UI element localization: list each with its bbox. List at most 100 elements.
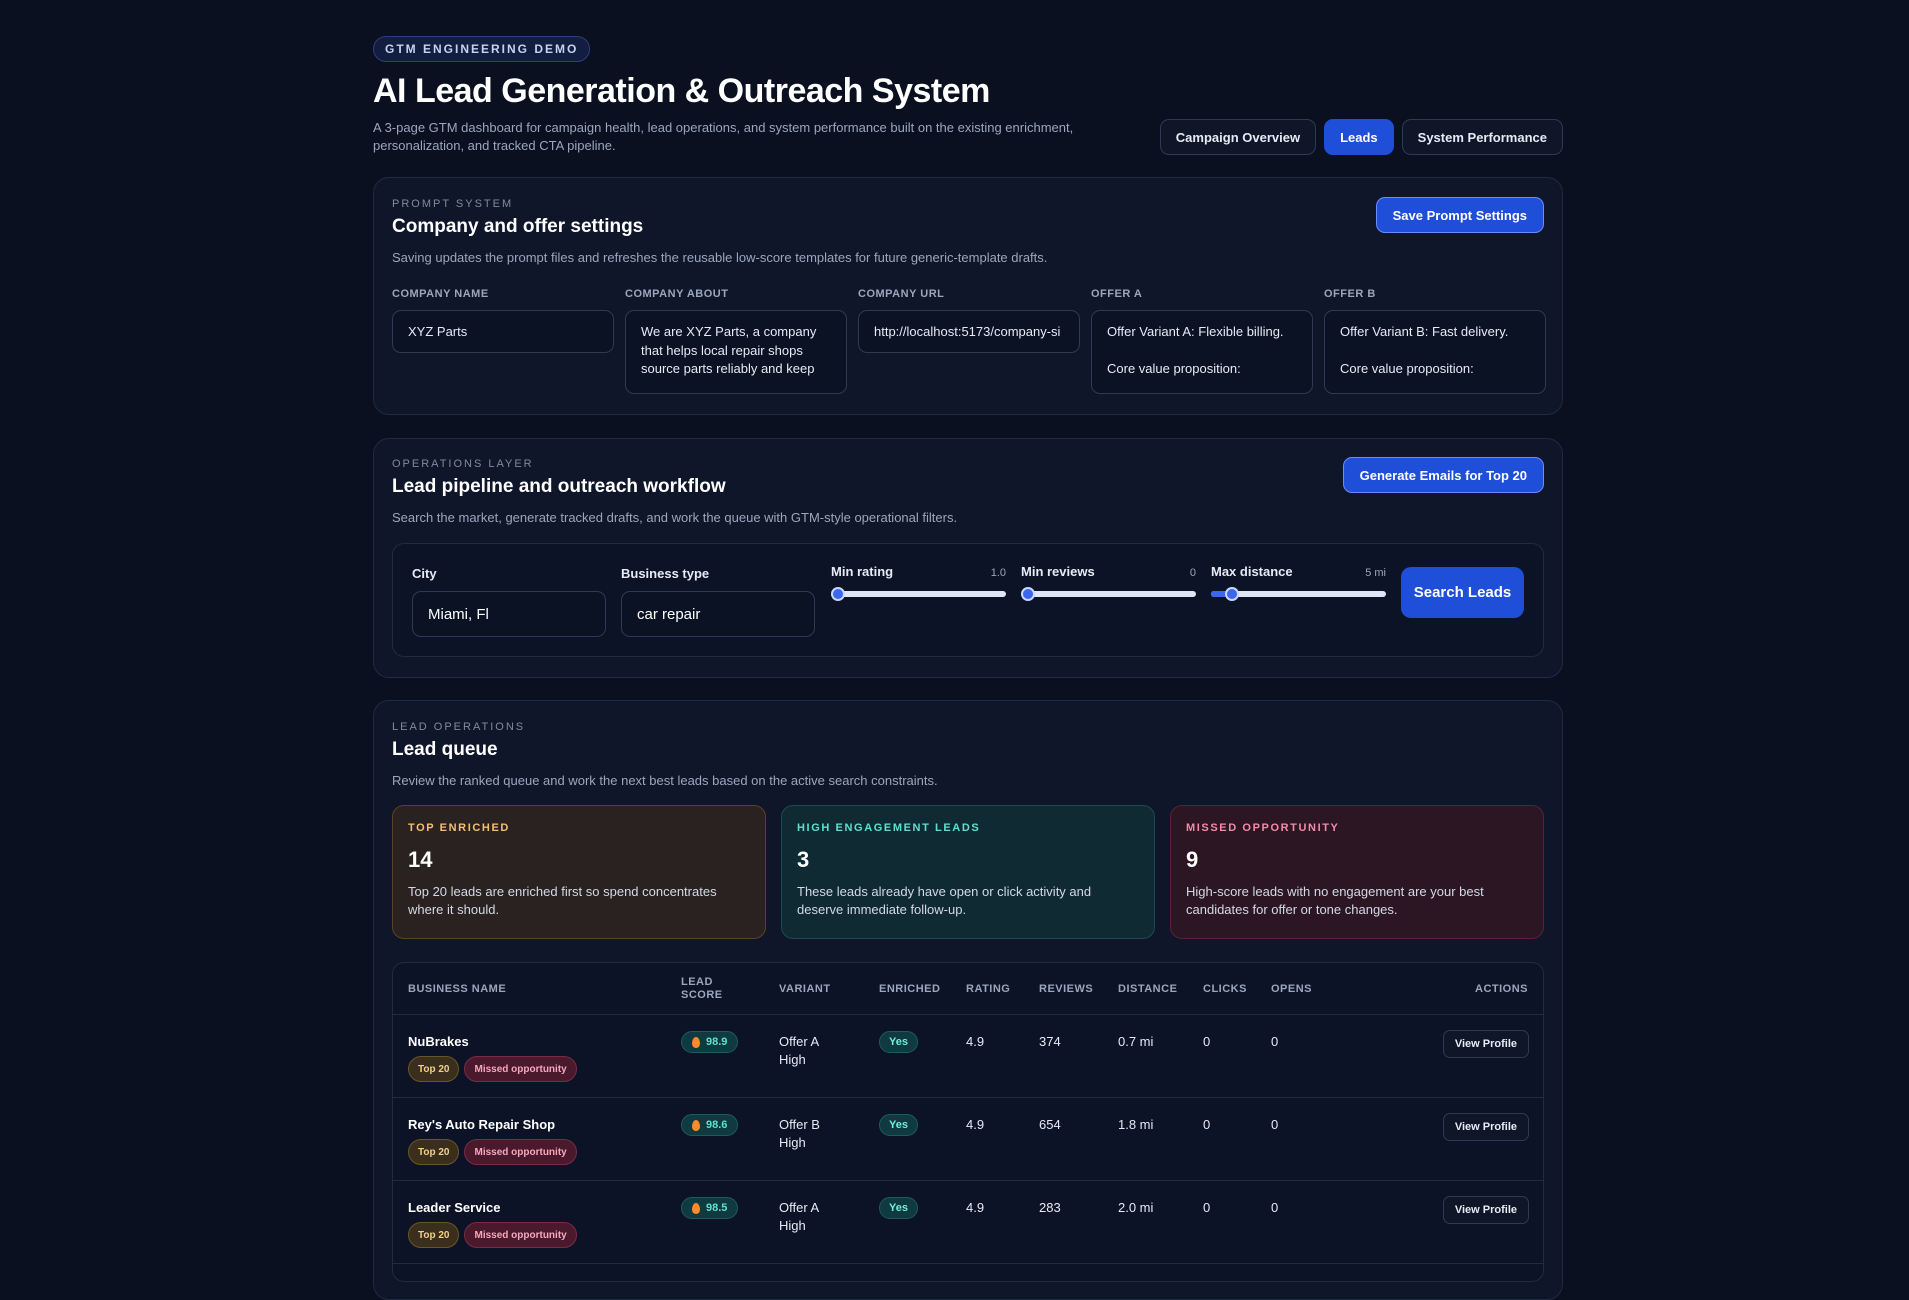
stat-value: 3 — [797, 847, 810, 872]
lead-score-value: 98.6 — [706, 1119, 728, 1131]
section-description: Review the ranked queue and work the nex… — [392, 773, 938, 788]
missed-opportunity-tag: Missed opportunity — [464, 1222, 577, 1248]
table-row[interactable]: Rey's Auto Repair Shop Top 20 Missed opp… — [393, 1098, 1543, 1181]
slider-thumb[interactable] — [1021, 587, 1035, 601]
stat-description: Top 20 leads are enriched first so spend… — [408, 884, 717, 917]
offer-a-field: OFFER A Offer Variant A: Flexible billin… — [1091, 288, 1313, 394]
lead-score-value: 98.5 — [706, 1202, 728, 1214]
lead-table: BUSINESS NAME LEAD SCORE VARIANT ENRICHE… — [392, 962, 1544, 1282]
variant-cell: Offer A High — [779, 1199, 819, 1235]
col-business-name[interactable]: BUSINESS NAME — [408, 963, 506, 1015]
stat-description: High-score leads with no engagement are … — [1186, 884, 1484, 917]
company-about-textarea[interactable]: We are XYZ Parts, a company that helps l… — [625, 310, 847, 394]
col-lead-score-line2: SCORE — [681, 989, 723, 1001]
lead-score-value: 98.9 — [706, 1036, 728, 1048]
table-row[interactable]: NuBrakes Top 20 Missed opportunity 98.9 … — [393, 1015, 1543, 1098]
rating-cell: 4.9 — [966, 1117, 985, 1132]
variant-offer: Offer A — [779, 1034, 820, 1049]
min-rating-slider[interactable] — [831, 587, 1006, 601]
flame-icon — [692, 1202, 700, 1214]
view-profile-button[interactable]: View Profile — [1442, 1196, 1529, 1224]
search-leads-button[interactable]: Search Leads — [1401, 567, 1524, 618]
clicks-cell: 0 — [1203, 1200, 1211, 1215]
row-tags: Top 20 Missed opportunity — [408, 1056, 577, 1082]
opens-cell: 0 — [1271, 1117, 1279, 1132]
business-type-label: Business type — [621, 566, 710, 581]
save-prompt-settings-button[interactable]: Save Prompt Settings — [1375, 197, 1544, 233]
variant-cell: Offer A High — [779, 1033, 819, 1069]
rating-cell: 4.9 — [966, 1034, 985, 1049]
tab-leads[interactable]: Leads — [1324, 119, 1394, 155]
city-filter: City Miami, Fl — [412, 566, 606, 637]
col-variant[interactable]: VARIANT — [779, 963, 831, 1015]
section-description: Search the market, generate tracked draf… — [392, 510, 958, 525]
col-opens[interactable]: OPENS — [1271, 963, 1312, 1015]
col-distance[interactable]: DISTANCE — [1118, 963, 1177, 1015]
city-input[interactable]: Miami, Fl — [412, 591, 606, 637]
enriched-badge: Yes — [879, 1197, 918, 1219]
offer-b-textarea[interactable]: Offer Variant B: Fast delivery. Core val… — [1324, 310, 1546, 394]
col-clicks[interactable]: CLICKS — [1203, 963, 1247, 1015]
slider-thumb[interactable] — [1225, 587, 1239, 601]
max-distance-value: 5 mi — [1365, 567, 1386, 579]
generate-emails-button[interactable]: Generate Emails for Top 20 — [1342, 457, 1544, 493]
page-nav: Campaign Overview Leads System Performan… — [1159, 119, 1563, 155]
company-name-field: COMPANY NAME XYZ Parts — [392, 288, 614, 394]
min-reviews-slider-group: Min reviews 0 — [1021, 564, 1196, 601]
distance-cell: 0.7 mi — [1118, 1034, 1154, 1049]
offer-a-textarea[interactable]: Offer Variant A: Flexible billing. Core … — [1091, 310, 1313, 394]
field-label: COMPANY NAME — [392, 288, 489, 300]
enriched-badge: Yes — [879, 1031, 918, 1053]
view-profile-button[interactable]: View Profile — [1442, 1113, 1529, 1141]
company-name-input[interactable]: XYZ Parts — [392, 310, 614, 353]
company-url-field: COMPANY URL http://localhost:5173/compan… — [858, 288, 1080, 394]
lead-score-badge: 98.9 — [681, 1031, 739, 1053]
stat-kicker: HIGH ENGAGEMENT LEADS — [797, 822, 981, 834]
offer-b-field: OFFER B Offer Variant B: Fast delivery. … — [1324, 288, 1546, 394]
lead-score-badge: 98.5 — [681, 1197, 739, 1219]
section-title: Lead queue — [392, 739, 498, 760]
min-rating-value: 1.0 — [990, 567, 1006, 579]
operations-card: OPERATIONS LAYER Lead pipeline and outre… — [373, 438, 1563, 678]
prompt-fields: COMPANY NAME XYZ Parts COMPANY ABOUT We … — [392, 288, 1546, 394]
tab-campaign-overview[interactable]: Campaign Overview — [1159, 119, 1317, 155]
max-distance-slider[interactable] — [1211, 587, 1386, 601]
field-label: OFFER A — [1091, 288, 1143, 300]
prompt-settings-card: PROMPT SYSTEM Company and offer settings… — [373, 177, 1563, 415]
slider-thumb[interactable] — [831, 587, 845, 601]
table-row[interactable]: Leader Service Top 20 Missed opportunity… — [393, 1181, 1543, 1264]
row-tags: Top 20 Missed opportunity — [408, 1139, 577, 1165]
section-kicker: PROMPT SYSTEM — [392, 198, 514, 210]
col-lead-score[interactable]: LEAD SCORE — [681, 963, 723, 1015]
section-description: Saving updates the prompt files and refr… — [392, 250, 1048, 265]
col-enriched[interactable]: ENRICHED — [879, 963, 940, 1015]
distance-cell: 1.8 mi — [1118, 1117, 1154, 1132]
lead-queue-card: LEAD OPERATIONS Lead queue Review the ra… — [373, 700, 1563, 1300]
row-tags: Top 20 Missed opportunity — [408, 1222, 577, 1248]
business-type-input[interactable]: car repair — [621, 591, 815, 637]
col-rating[interactable]: RATING — [966, 963, 1010, 1015]
business-name: NuBrakes — [408, 1034, 469, 1049]
variant-offer: Offer B — [779, 1117, 820, 1132]
field-label: OFFER B — [1324, 288, 1376, 300]
section-kicker: LEAD OPERATIONS — [392, 721, 526, 733]
tab-system-performance[interactable]: System Performance — [1401, 119, 1563, 155]
clicks-cell: 0 — [1203, 1117, 1211, 1132]
rating-cell: 4.9 — [966, 1200, 985, 1215]
top-20-tag: Top 20 — [408, 1056, 460, 1082]
col-reviews[interactable]: REVIEWS — [1039, 963, 1093, 1015]
stat-value: 9 — [1186, 847, 1199, 872]
view-profile-button[interactable]: View Profile — [1442, 1030, 1529, 1058]
min-reviews-label: Min reviews — [1021, 564, 1095, 579]
company-url-input[interactable]: http://localhost:5173/company-si — [858, 310, 1080, 353]
eyebrow-badge: GTM ENGINEERING DEMO — [373, 36, 591, 62]
min-reviews-slider[interactable] — [1021, 587, 1196, 601]
stat-cards: TOP ENRICHED 14 Top 20 leads are enriche… — [392, 805, 1544, 939]
stat-value: 14 — [408, 847, 433, 872]
reviews-cell: 654 — [1039, 1117, 1061, 1132]
business-type-filter: Business type car repair — [621, 566, 815, 637]
lead-score-badge: 98.6 — [681, 1114, 739, 1136]
variant-level: High — [779, 1218, 806, 1233]
opens-cell: 0 — [1271, 1034, 1279, 1049]
variant-cell: Offer B High — [779, 1116, 820, 1152]
